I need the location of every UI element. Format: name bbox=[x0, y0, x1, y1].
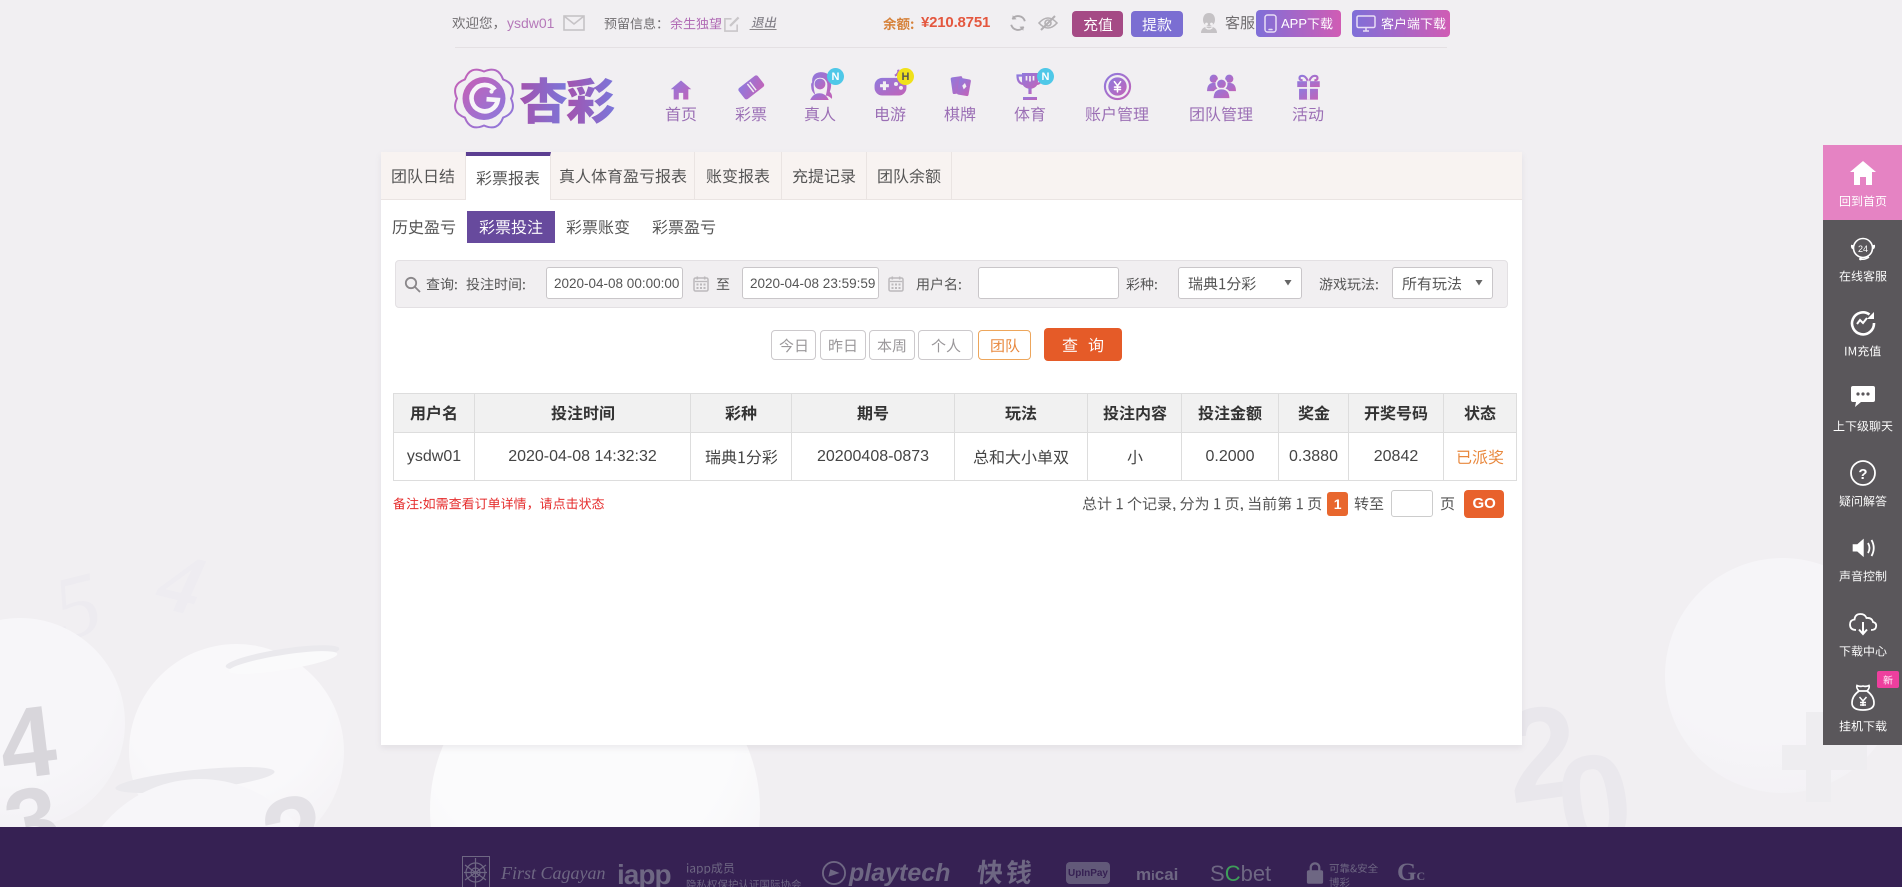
svg-text:24: 24 bbox=[1857, 244, 1867, 254]
svg-text:?: ? bbox=[1858, 466, 1867, 483]
